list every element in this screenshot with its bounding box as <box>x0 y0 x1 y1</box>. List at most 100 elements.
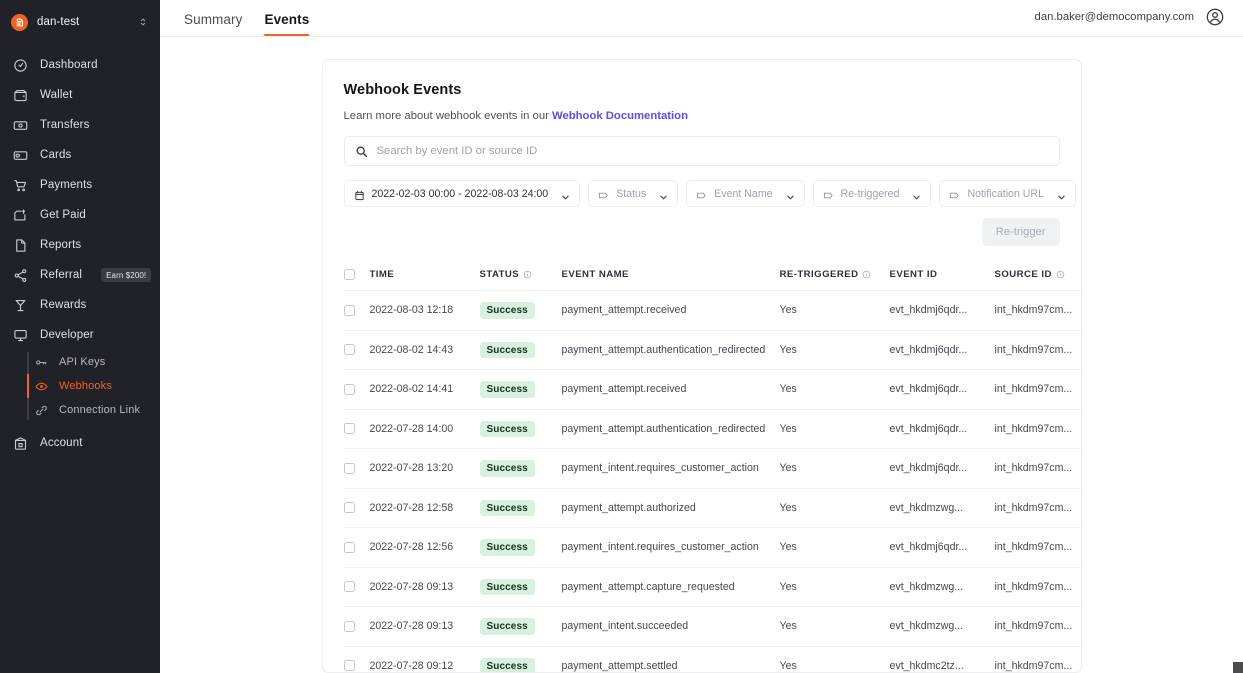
cell-re-triggered: Yes <box>779 448 890 489</box>
filter-status[interactable]: Status <box>588 180 679 207</box>
column-header-re-triggered[interactable]: RE-TRIGGERED <box>779 260 890 291</box>
search-input[interactable] <box>376 145 1049 157</box>
cell-source-id: int_hkdm97cm... <box>994 448 1081 489</box>
sidebar-item-get-paid[interactable]: Get Paid <box>0 200 160 230</box>
cell-source-id: int_hkdm97cm... <box>994 369 1081 410</box>
filter-re-triggered[interactable]: Re-triggered <box>812 180 932 207</box>
sidebar-subitem-label: Connection Link <box>59 404 141 416</box>
row-checkbox[interactable] <box>343 423 355 435</box>
column-label: EVENT NAME <box>561 269 629 280</box>
cell-event-name: payment_attempt.capture_requested <box>561 567 780 607</box>
table-row[interactable]: 2022-08-03 12:18 Success payment_attempt.r… <box>343 290 1081 331</box>
cell-event-id: evt_hkdmj6qdr... <box>889 369 995 410</box>
row-checkbox[interactable] <box>343 304 355 316</box>
sidebar-item-account[interactable]: Account <box>0 428 160 458</box>
chevron-updown-icon[interactable] <box>138 15 148 29</box>
cell-status: Success <box>479 567 562 607</box>
info-icon[interactable] <box>523 270 532 279</box>
filter-label: 2022-02-03 00:00 - 2022-08-03 24:00 <box>371 187 549 200</box>
cell-event-name: payment_attempt.authentication_redirecte… <box>561 330 780 370</box>
sidebar-item-cards[interactable]: Cards <box>0 140 160 170</box>
referral-earn-badge: Earn $200! <box>101 267 152 283</box>
table-head: TIME STATUS EVENT NAME RE-TRIGGERED EVEN… <box>343 260 1081 291</box>
cell-event-name: payment_intent.succeeded <box>561 606 780 647</box>
row-checkbox[interactable] <box>343 502 355 514</box>
monitor-icon <box>13 328 28 343</box>
user-circle-icon[interactable] <box>1205 7 1225 27</box>
row-checkbox[interactable] <box>343 581 355 593</box>
column-header-event-name[interactable]: EVENT NAME <box>561 260 780 291</box>
cell-event-name: payment_intent.requires_customer_action <box>561 448 780 489</box>
info-icon[interactable] <box>862 270 871 279</box>
sidebar-item-referral[interactable]: Referral Earn $200! <box>0 260 160 290</box>
cell-event-id: evt_hkdmzwg... <box>889 567 995 607</box>
cell-event-name: payment_intent.requires_customer_action <box>561 527 780 568</box>
cell-time: 2022-08-02 14:43 <box>369 330 480 370</box>
sidebar-item-label: Account <box>40 437 83 449</box>
content-area: Webhook Events Learn more about webhook … <box>160 37 1243 673</box>
cell-re-triggered: Yes <box>779 527 890 568</box>
search-icon <box>355 145 368 158</box>
webhook-documentation-link[interactable]: Webhook Documentation <box>552 110 688 122</box>
row-checkbox[interactable] <box>343 620 355 632</box>
table-row[interactable]: 2022-08-02 14:43 Success payment_attempt.a… <box>343 330 1081 370</box>
row-checkbox[interactable] <box>343 660 355 672</box>
sidebar-item-dashboard[interactable]: Dashboard <box>0 50 160 80</box>
column-header-time[interactable]: TIME <box>369 260 480 291</box>
row-select-cell <box>343 606 370 647</box>
row-select-cell <box>343 409 370 449</box>
table-body: 2022-08-03 12:18 Success payment_attempt.r… <box>343 290 1081 672</box>
workspace-switcher[interactable]: dan-test <box>0 6 160 38</box>
sidebar-item-reports[interactable]: Reports <box>0 230 160 260</box>
filter-notification-url[interactable]: Notification URL <box>939 180 1076 207</box>
sidebar-item-label: Reports <box>40 239 82 251</box>
sidebar-item-transfers[interactable]: Transfers <box>0 110 160 140</box>
filter-date-range[interactable]: 2022-02-03 00:00 - 2022-08-03 24:00 <box>343 180 581 207</box>
eye-icon <box>35 380 48 393</box>
row-checkbox[interactable] <box>343 383 355 395</box>
page-title: Webhook Events <box>343 82 462 98</box>
row-checkbox[interactable] <box>343 344 355 356</box>
cell-re-triggered: Yes <box>779 488 890 528</box>
row-select-cell <box>343 646 370 672</box>
search-bar[interactable] <box>343 136 1060 166</box>
sidebar-item-api-keys[interactable]: API Keys <box>0 350 160 374</box>
sidebar-item-developer[interactable]: Developer <box>0 320 160 350</box>
table-row[interactable]: 2022-07-28 09:13 Success payment_intent.su… <box>343 606 1081 647</box>
info-icon[interactable] <box>1056 270 1065 279</box>
table-row[interactable]: 2022-07-28 14:00 Success payment_attempt.a… <box>343 409 1081 449</box>
sidebar-item-webhooks[interactable]: Webhooks <box>0 374 160 398</box>
column-label: TIME <box>369 269 395 280</box>
row-select-cell <box>343 488 370 528</box>
row-checkbox[interactable] <box>343 541 355 553</box>
table-row[interactable]: 2022-07-28 09:13 Success payment_attempt.c… <box>343 567 1081 607</box>
table-row[interactable]: 2022-07-28 12:56 Success payment_intent.re… <box>343 527 1081 568</box>
tab-summary[interactable]: Summary <box>184 12 242 36</box>
column-header-event-id[interactable]: EVENT ID <box>889 260 995 291</box>
table-row[interactable]: 2022-07-28 13:20 Success payment_intent.re… <box>343 448 1081 489</box>
sidebar-item-payments[interactable]: Payments <box>0 170 160 200</box>
table-row[interactable]: 2022-08-02 14:41 Success payment_attempt.r… <box>343 369 1081 410</box>
column-header-source-id[interactable]: SOURCE ID <box>994 260 1081 291</box>
card-subtitle: Learn more about webhook events in our W… <box>344 110 1060 122</box>
transfers-banknote-icon <box>13 118 28 133</box>
sidebar-item-label: Transfers <box>40 119 90 131</box>
table-row[interactable]: 2022-07-28 12:58 Success payment_attempt.a… <box>343 488 1081 528</box>
cell-source-id: int_hkdm97cm... <box>994 488 1081 528</box>
row-checkbox[interactable] <box>343 462 355 474</box>
tag-icon <box>598 188 609 199</box>
tab-events[interactable]: Events <box>264 12 309 36</box>
bank-building-icon <box>13 436 28 451</box>
filter-event-name[interactable]: Event Name <box>686 180 805 207</box>
cell-re-triggered: Yes <box>779 330 890 370</box>
sidebar-item-wallet[interactable]: Wallet <box>0 80 160 110</box>
sidebar-item-rewards[interactable]: Rewards <box>0 290 160 320</box>
sidebar-item-connection-link[interactable]: Connection Link <box>0 398 160 422</box>
select-all-checkbox[interactable] <box>343 269 355 280</box>
status-badge: Success <box>479 460 535 477</box>
app-root: dan-test Dashboard Wallet Transfers Card… <box>0 0 1243 673</box>
table-row[interactable]: 2022-07-28 09:12 Success payment_attempt.s… <box>343 646 1081 672</box>
re-trigger-button[interactable]: Re-trigger <box>981 218 1060 246</box>
column-header-status[interactable]: STATUS <box>479 260 562 291</box>
row-select-cell <box>343 330 370 370</box>
